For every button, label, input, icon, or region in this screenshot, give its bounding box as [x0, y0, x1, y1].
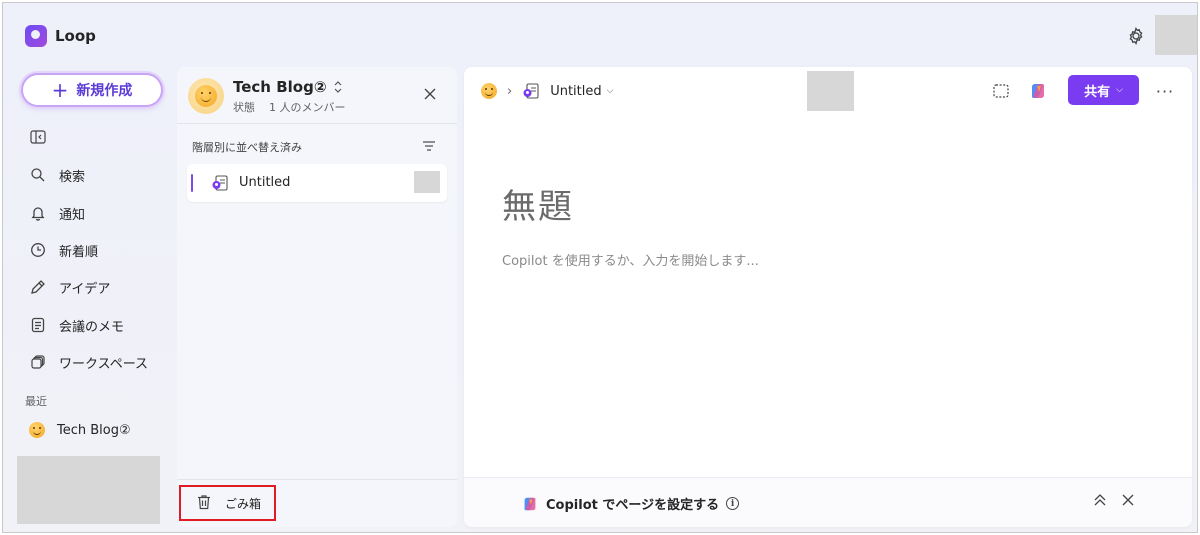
- workspace-subtitle: 状態 1 人のメンバー: [233, 99, 346, 115]
- trash-icon: [197, 494, 211, 513]
- breadcrumb: › Untitled ⌵: [481, 81, 613, 101]
- smiley-emoji-icon[interactable]: [481, 83, 497, 99]
- plus-icon: +: [51, 78, 69, 102]
- sort-label: 階層別に並べ替え済み: [192, 141, 302, 154]
- nav-meeting-notes-label: 会議のメモ: [59, 319, 125, 335]
- breadcrumb-page[interactable]: Untitled ⌵: [550, 84, 613, 99]
- chevron-down-icon: ⌵: [606, 86, 614, 96]
- app-logo[interactable]: Loop: [25, 25, 96, 47]
- loop-page-icon: [522, 82, 540, 100]
- clock-icon: [29, 241, 47, 259]
- copilot-icon[interactable]: [1028, 81, 1048, 101]
- collapse-panel-icon: [29, 128, 47, 146]
- pen-icon: [29, 278, 47, 296]
- workspace-avatar[interactable]: [188, 78, 224, 114]
- nav-ideas-label: アイデア: [59, 281, 111, 297]
- notes-icon: [29, 316, 47, 334]
- app-name: Loop: [55, 27, 96, 45]
- close-icon[interactable]: [1120, 492, 1136, 512]
- nav-recent-label: 新着順: [59, 244, 99, 260]
- settings-gear-icon[interactable]: [1126, 26, 1146, 46]
- page-thumbnail-placeholder: [414, 171, 440, 193]
- nav-workspaces[interactable]: ワークスペース: [29, 350, 148, 374]
- workspace-icon: [29, 353, 47, 371]
- new-button-label: 新規作成: [76, 83, 133, 99]
- page-list-item-label: Untitled: [239, 175, 291, 190]
- copilot-setup-label: Copilot でページを設定する: [546, 498, 720, 513]
- nav-search[interactable]: 検索: [29, 163, 85, 187]
- trash-button[interactable]: ごみ箱: [179, 485, 276, 521]
- chevron-down-icon: ⌵: [1116, 85, 1123, 95]
- nav-workspaces-label: ワークスペース: [59, 356, 149, 372]
- copilot-bottom-bar: Copilot でページを設定する i: [464, 477, 1192, 527]
- chevron-up-down-icon: [333, 80, 343, 94]
- search-icon: [29, 166, 47, 184]
- nav-recent[interactable]: 新着順: [29, 238, 98, 262]
- loop-page-icon: [211, 174, 229, 192]
- bell-icon: [29, 204, 47, 222]
- share-button[interactable]: 共有 ⌵: [1068, 75, 1139, 105]
- recent-section-label: 最近: [25, 395, 47, 408]
- editor-panel: › Untitled ⌵ 共有 ⌵ ··· 無題 Copilot を使用するか、…: [464, 67, 1192, 527]
- breadcrumb-page-label: Untitled: [550, 83, 602, 99]
- nav-search-label: 検索: [59, 169, 86, 185]
- left-bottom-placeholder: [17, 456, 160, 524]
- document-title[interactable]: 無題: [502, 179, 574, 228]
- copilot-icon: [521, 495, 539, 513]
- profile-placeholder[interactable]: [1155, 15, 1197, 55]
- loop-logo-icon: [25, 25, 47, 47]
- workspace-panel: Tech Blog② 状態 1 人のメンバー 階層別に並べ替え済み Untitl…: [177, 67, 457, 527]
- workspace-members[interactable]: 1 人のメンバー: [269, 99, 346, 115]
- document-body-placeholder[interactable]: Copilot を使用するか、入力を開始します...: [502, 250, 759, 269]
- workspace-status[interactable]: 状態: [233, 99, 255, 115]
- more-options-icon[interactable]: ···: [1154, 81, 1176, 101]
- chevron-double-up-icon[interactable]: [1092, 492, 1108, 512]
- smiley-emoji-icon: [29, 422, 45, 438]
- component-select-icon[interactable]: [991, 81, 1011, 101]
- trash-label: ごみ箱: [225, 496, 262, 511]
- nav-ideas[interactable]: アイデア: [29, 275, 110, 299]
- app-window: Loop + 新規作成 検索 通知 新着順 アイデア 会議のメモ ワークスペース…: [2, 2, 1198, 533]
- nav-notifications[interactable]: 通知: [29, 201, 85, 225]
- recent-item-label: Tech Blog②: [57, 422, 131, 438]
- divider: [177, 123, 457, 124]
- nav-notifications-label: 通知: [59, 207, 86, 223]
- chevron-right-icon: ›: [507, 83, 513, 99]
- divider: [177, 479, 457, 480]
- editor-toolbar-placeholder: [807, 71, 854, 111]
- info-icon[interactable]: i: [726, 497, 740, 510]
- workspace-title-text: Tech Blog②: [233, 78, 327, 96]
- workspace-title[interactable]: Tech Blog②: [233, 78, 343, 96]
- nav-meeting-notes[interactable]: 会議のメモ: [29, 313, 124, 337]
- smiley-emoji-icon: [195, 85, 217, 107]
- new-button[interactable]: + 新規作成: [21, 73, 163, 107]
- page-list-item[interactable]: Untitled: [187, 164, 447, 202]
- selected-indicator: [191, 174, 193, 192]
- share-button-label: 共有: [1084, 84, 1111, 100]
- copilot-setup-button[interactable]: Copilot でページを設定する i: [521, 494, 740, 513]
- close-icon[interactable]: [421, 85, 439, 103]
- filter-icon[interactable]: [421, 138, 437, 154]
- recent-item-tech-blog[interactable]: Tech Blog②: [29, 418, 131, 442]
- bottom-bar-actions: [1092, 492, 1136, 512]
- nav-collapse-panel[interactable]: [29, 125, 47, 149]
